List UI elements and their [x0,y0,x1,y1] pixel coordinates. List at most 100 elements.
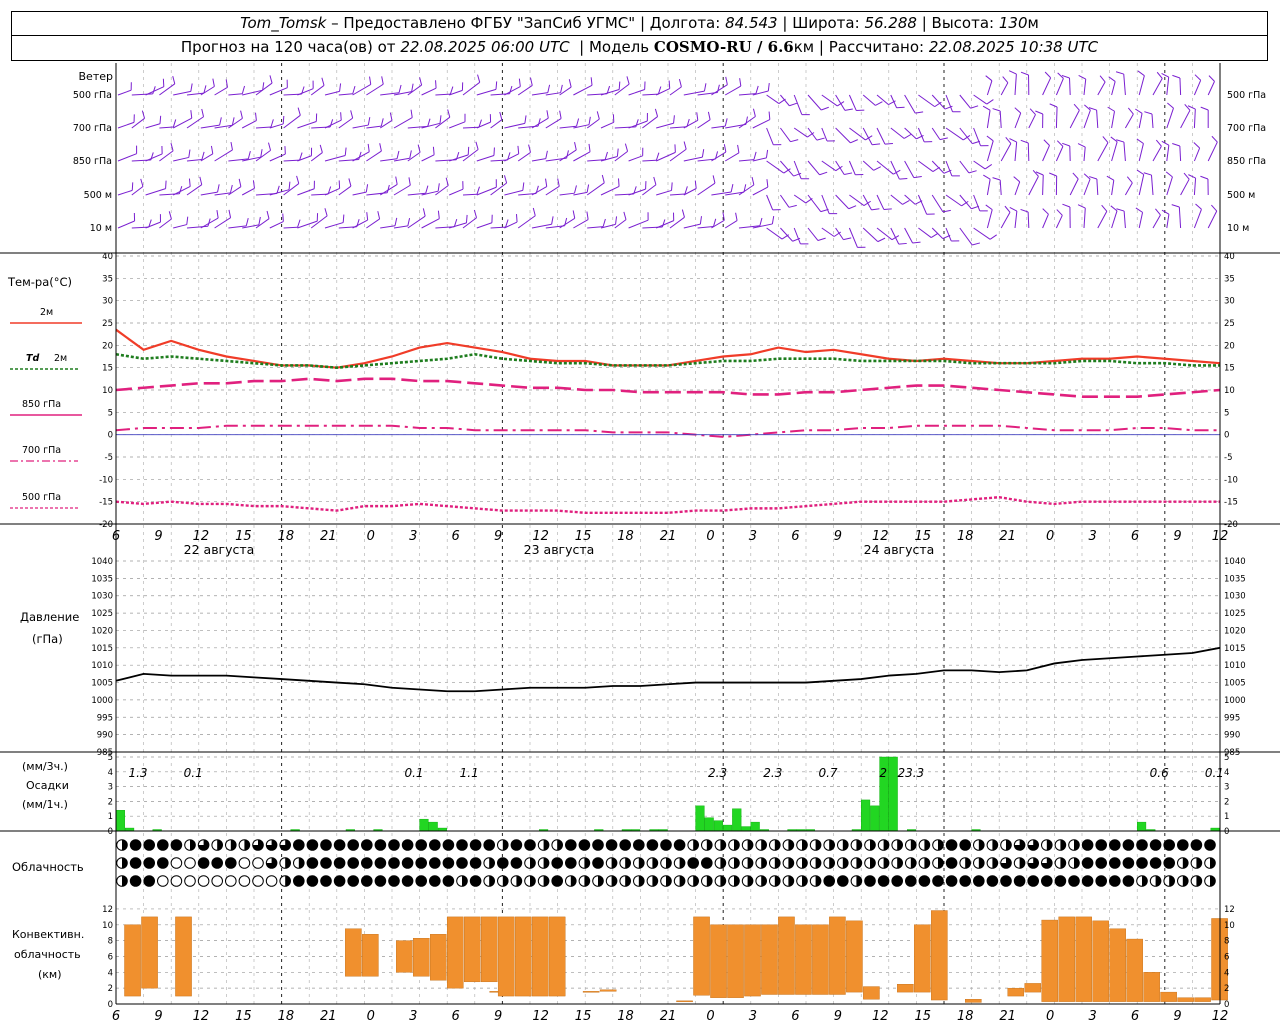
wind-barb [1083,79,1087,96]
wind-barb [1083,178,1091,196]
hour-tick-bottom: 18 [957,1009,974,1024]
wind-barb [214,149,233,162]
wind-barb-feather [873,166,882,171]
cloud-cover-symbol [415,875,428,887]
hour-tick: 15 [235,529,252,544]
cloud-cover-symbol-half [802,857,808,869]
wind-barb-feather [296,175,300,184]
cloud-cover-symbol [211,857,223,869]
wind-barb [352,191,367,196]
wind-barb [849,194,865,206]
wind-barb-feather [1077,143,1086,148]
wind-barb-feather [210,145,214,154]
conv-bar [710,924,727,998]
cloud-cover-symbol [823,875,836,887]
conv-bar [497,916,515,997]
cloud-cover-symbol [1177,839,1189,851]
wind-title: Ветер [79,70,113,83]
temp-ytick-right: 35 [1224,274,1235,284]
cloud-cover-symbol-half [1182,875,1189,887]
cloud-cover-symbol-half [666,875,672,887]
wind-barb [945,94,954,112]
wind-barb [848,94,857,111]
pressure-ytick-right: 1025 [1224,609,1246,619]
wind-barb [807,94,822,111]
temp-ytick-left: 5 [108,408,113,418]
hour-tick-bottom: 21 [320,1009,337,1024]
wind-barb-feather [703,83,707,92]
wind-barb [255,82,273,96]
wind-barb [269,153,286,162]
precip-ytick-right: 0 [1224,827,1229,837]
cloud-cover-symbol-half [1182,857,1189,869]
wind-barb [338,93,353,96]
conv-bar [727,924,744,998]
pressure-ytick-right: 1005 [1224,679,1246,689]
cloud-cover-symbol [959,839,972,851]
hour-tick: 9 [834,529,842,544]
pressure-ytick-right: 1010 [1224,661,1246,671]
wind-barb [1180,178,1190,196]
cloud-cover-symbol-half [1006,839,1012,851]
wind-barb-feather [282,213,284,222]
wind-barb-feather [572,210,576,219]
wind-barb [656,122,674,129]
cloud-cover-symbol [333,875,346,887]
wind-barb [1097,211,1108,229]
wind-barb-feather [410,109,413,118]
temp-title: Тем-ра(°C) [7,275,72,289]
wind-barb-feather [588,143,591,152]
wind-barb-feather [559,110,562,119]
cloud-cover-symbol [1149,839,1162,851]
conv-bar [582,991,600,993]
wind-barbs [117,70,1218,248]
cloud-cover-symbol-half [802,875,808,887]
wind-barb-feather [683,141,687,150]
cloud-cover-symbol-half [1196,857,1202,869]
wind-barb [642,93,659,96]
cloud-cover-symbol [592,839,604,851]
precip-bar [732,808,742,832]
cloud-cover-symbol [1163,839,1175,851]
wind-barb [435,93,451,96]
pressure-ytick-right: 1040 [1224,557,1246,567]
wind-barb [931,94,946,110]
wind-barb [380,225,396,229]
wind-barb [1166,107,1174,129]
wind-barb-feather [297,219,301,228]
conv-bar [175,916,192,997]
cloud-cover-symbol-half [720,857,726,869]
wind-barb [780,94,790,107]
wind-barb [862,160,874,171]
wind-barb-feather [739,78,742,87]
wind-barb [1027,142,1030,162]
wind-barb-feather [269,75,273,84]
wind-barb [973,94,988,105]
precip-bar [741,826,751,832]
wind-barb-feather [972,242,981,246]
conv-bar [1024,983,1042,993]
cloud-cover-symbol [157,857,169,869]
wind-barb-feather [986,99,994,105]
wind-barb [724,85,742,96]
wind-barb [1014,181,1021,196]
cloud-cover-symbol-half [679,875,685,887]
wind-barb-feather [365,184,369,193]
cloud-cover-symbol [361,839,373,851]
wind-barb-feather [939,137,948,141]
cloud-cover-symbol-half [122,857,128,869]
conv-bar [480,916,498,983]
wind-barb-feather [752,108,756,117]
wind-barb [1193,178,1197,196]
wind-barb-feather [344,147,347,156]
wind-barb [283,226,298,229]
wind-barb-feather [1136,169,1145,175]
pressure-ytick-left: 1030 [91,592,113,602]
cloud-cover-symbol-half [652,857,658,869]
wind-barb [738,159,754,162]
wind-barb [959,127,973,144]
temp-ytick-left: 25 [102,319,113,329]
cloud-cover-symbol-half [870,857,876,869]
wind-barb [1042,77,1052,96]
wind-barb-feather [771,215,775,225]
